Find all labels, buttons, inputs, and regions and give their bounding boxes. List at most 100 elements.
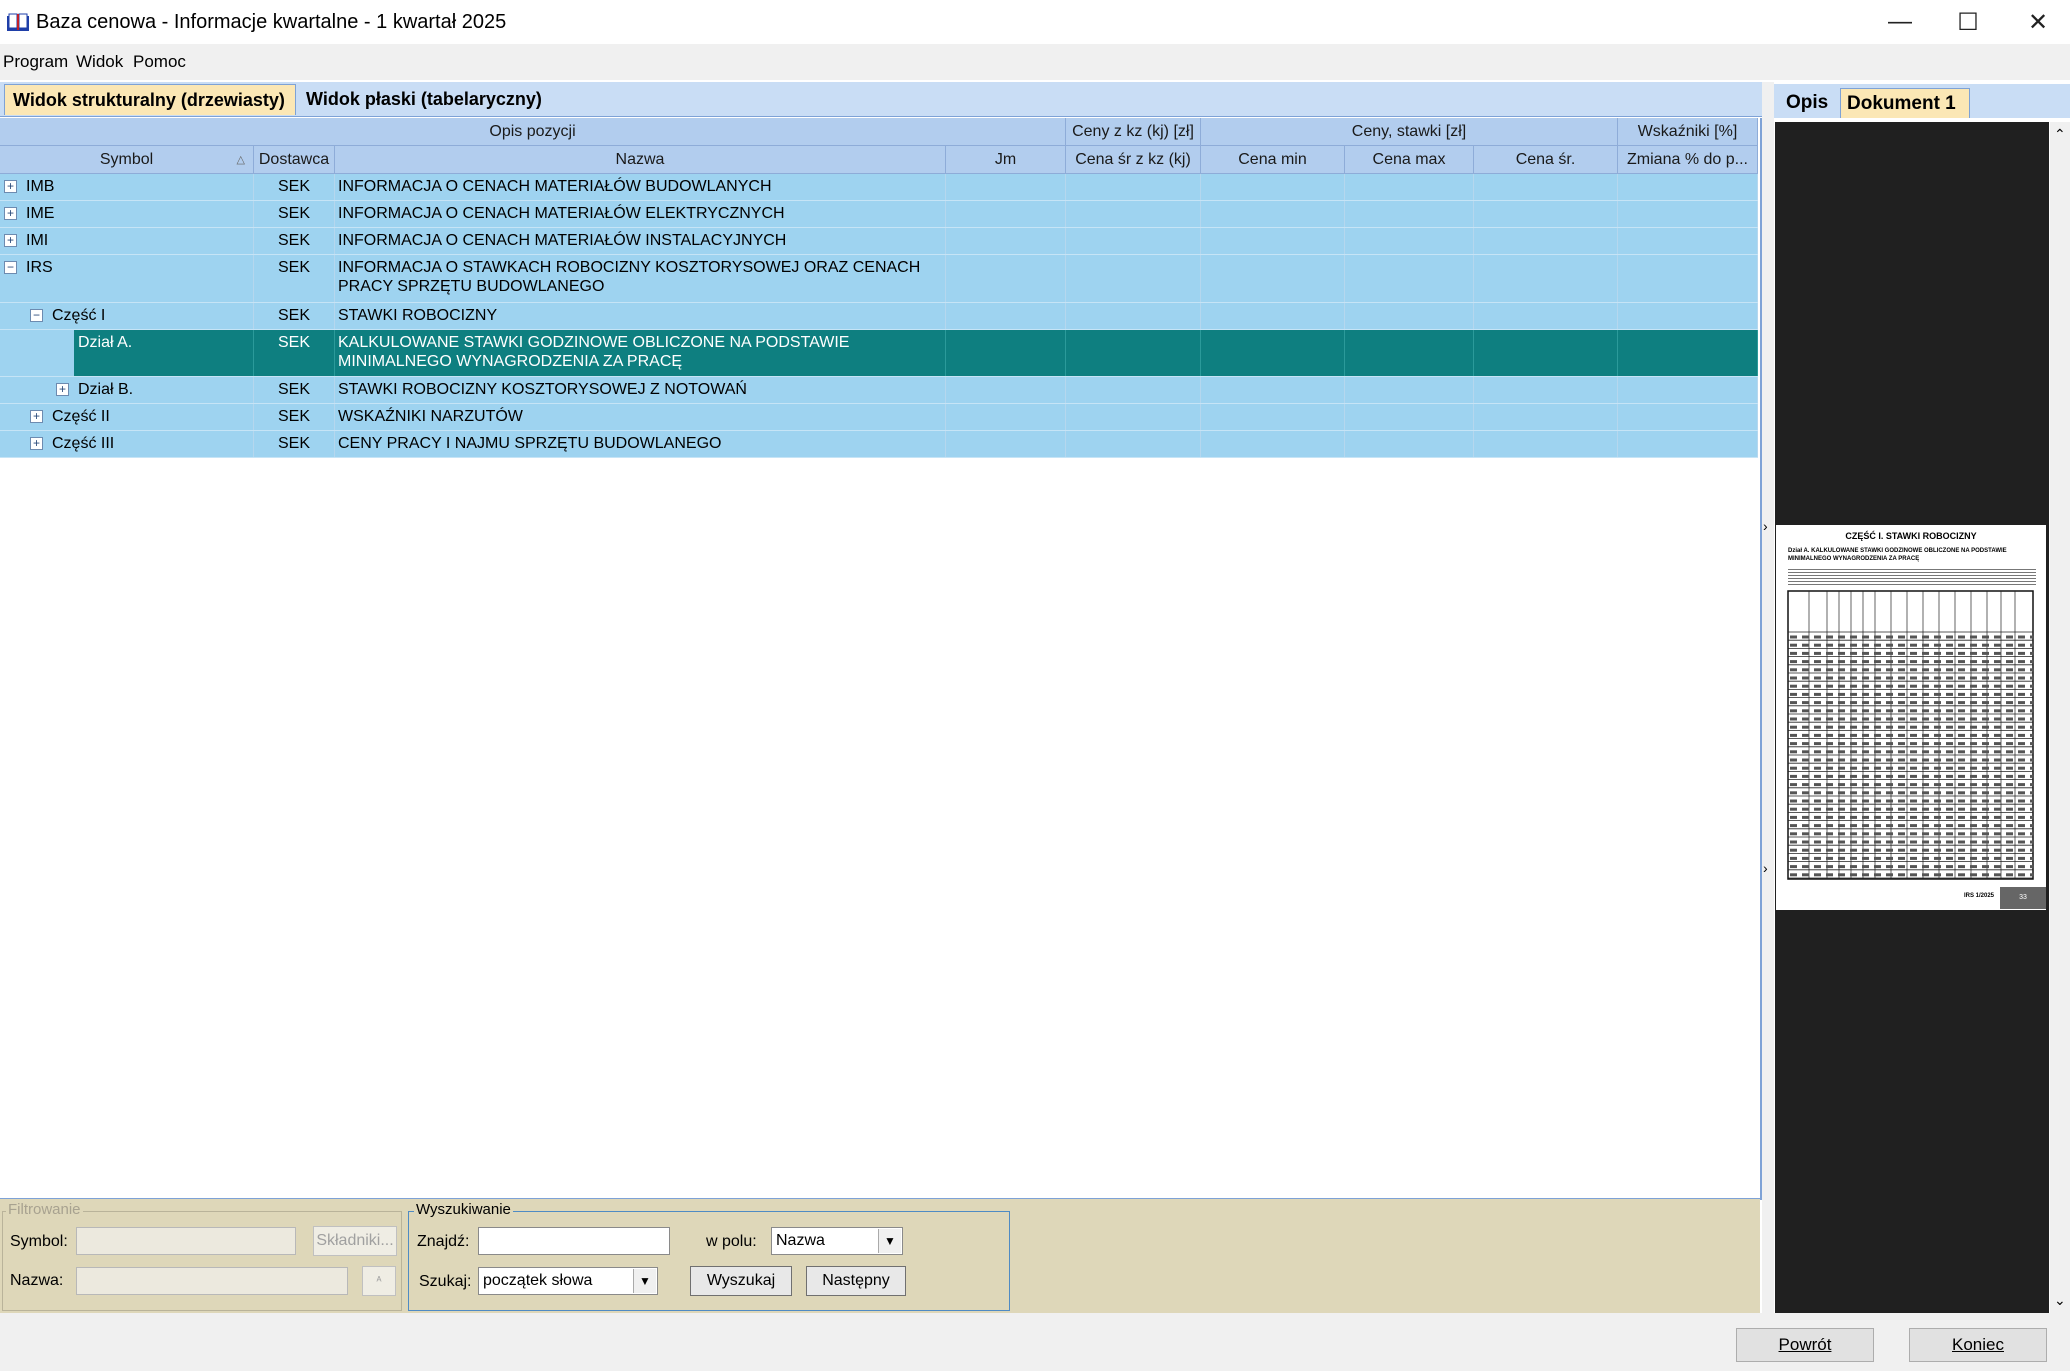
filter-nazwa-input[interactable]	[76, 1267, 348, 1295]
menu-program[interactable]: Program	[3, 52, 68, 72]
column-header-cena-sr-kz[interactable]: Cena śr z kz (kj)	[1066, 146, 1201, 174]
column-header-jm[interactable]: Jm	[946, 146, 1066, 174]
filter-case-button[interactable]: ᴬ	[362, 1266, 396, 1296]
column-header-cena-min[interactable]: Cena min	[1201, 146, 1345, 174]
doc-table-cell-text	[1802, 807, 1809, 811]
doc-table-cell-text	[2018, 873, 2025, 877]
doc-table-cell-text	[1982, 725, 1989, 729]
doc-table-cell-text	[1838, 668, 1845, 672]
panel-splitter[interactable]: › ›	[1762, 82, 1774, 1313]
cell-empty	[946, 255, 1066, 302]
doc-table-cell-text	[1934, 791, 1941, 795]
data-grid[interactable]: Opis pozycji Ceny z kz (kj) [zł] Ceny, s…	[0, 118, 1762, 1200]
tab-structural-view[interactable]: Widok strukturalny (drzewiasty)	[4, 84, 296, 115]
table-row[interactable]: + IME SEK INFORMACJA O CENACH MATERIAŁÓW EL…	[0, 201, 1758, 228]
w-polu-select[interactable]: Nazwa ▼	[771, 1227, 903, 1255]
chevron-down-icon[interactable]: ▼	[633, 1269, 656, 1293]
maximize-button[interactable]: ☐	[1938, 0, 1998, 44]
doc-table-cell-text	[1862, 873, 1869, 877]
scroll-down-icon[interactable]: ⌄	[2054, 1292, 2066, 1309]
table-row[interactable]: − Część I SEK STAWKI ROBOCIZNY	[0, 303, 1758, 330]
table-row[interactable]: + IMB SEK INFORMACJA O CENACH MATERIAŁÓW BU…	[0, 174, 1758, 201]
doc-table-cell-text	[1850, 692, 1857, 696]
doc-table-cell-text	[1994, 807, 2001, 811]
expand-icon[interactable]: +	[4, 207, 17, 220]
doc-table-cell-text	[1802, 668, 1809, 672]
menu-widok[interactable]: Widok	[76, 52, 123, 72]
table-row[interactable]: + IMI SEK INFORMACJA O CENACH MATERIAŁÓW IN…	[0, 228, 1758, 255]
cell-nazwa: STAWKI ROBOCIZNY KOSZTORYSOWEJ Z NOTOWAŃ	[335, 377, 946, 403]
column-header-symbol[interactable]: Symbol △	[0, 146, 254, 174]
collapse-icon[interactable]: −	[30, 309, 43, 322]
filter-symbol-input[interactable]	[76, 1227, 296, 1255]
doc-table-cell-text	[2006, 856, 2013, 860]
doc-table-cell-text	[1958, 725, 1965, 729]
doc-table-cell-text	[1886, 643, 1893, 647]
doc-table-cell-text	[1886, 684, 1893, 688]
nastepny-button[interactable]: Następny	[806, 1266, 906, 1296]
doc-table-cell-text	[1838, 676, 1845, 680]
tab-flat-view[interactable]: Widok płaski (tabelaryczny)	[298, 84, 558, 115]
expand-icon[interactable]: +	[4, 180, 17, 193]
doc-table-cell-text	[1874, 807, 1881, 811]
doc-table-cell-text	[1850, 856, 1857, 860]
doc-table-cell-text	[2018, 750, 2025, 754]
koniec-label: Koniec	[1952, 1335, 2004, 1354]
symbol-text: IME	[26, 205, 55, 222]
powrot-button[interactable]: Powrót	[1736, 1328, 1874, 1362]
scroll-up-icon[interactable]: ⌃	[2054, 126, 2066, 143]
chevron-down-icon[interactable]: ▼	[878, 1229, 901, 1253]
viewer-scrollbar[interactable]: ⌃ ⌄	[2050, 122, 2070, 1313]
doc-table-cell-text	[1910, 848, 1917, 852]
table-row[interactable]: + Część II SEK WSKAŹNIKI NARZUTÓW	[0, 404, 1758, 431]
doc-table-cell-text	[1910, 758, 1917, 762]
doc-table-cell-text	[1886, 660, 1893, 664]
table-row[interactable]: Dział A. SEK KALKULOWANE STAWKI GODZINOWE …	[0, 330, 1758, 377]
collapse-icon[interactable]: −	[4, 261, 17, 274]
chevron-right-icon[interactable]: ›	[1763, 860, 1768, 876]
cell-empty	[1474, 404, 1618, 430]
cell-empty	[946, 377, 1066, 403]
doc-table-cell-text	[1970, 783, 1977, 787]
expand-icon[interactable]: +	[4, 234, 17, 247]
cell-dostawca: SEK	[254, 255, 335, 302]
table-row[interactable]: + Dział B. SEK STAWKI ROBOCIZNY KOSZTORYSOW…	[0, 377, 1758, 404]
column-header-zmiana[interactable]: Zmiana % do p...	[1618, 146, 1758, 174]
doc-table-cell-text	[2006, 865, 2013, 869]
wyszukaj-button[interactable]: Wyszukaj	[690, 1266, 792, 1296]
doc-table-cell-text	[1802, 832, 1809, 836]
column-header-cena-max[interactable]: Cena max	[1345, 146, 1474, 174]
expand-icon[interactable]: +	[30, 410, 43, 423]
skladniki-button[interactable]: Składniki...	[313, 1226, 397, 1256]
doc-table-cell-text	[1850, 873, 1857, 877]
doc-table-cell-text	[1862, 799, 1869, 803]
cell-empty	[1618, 201, 1758, 227]
doc-table-cell-text	[1886, 733, 1893, 737]
znajdz-input[interactable]	[478, 1227, 670, 1255]
doc-table-cell-text	[1838, 635, 1845, 639]
doc-table-cell-text	[1958, 660, 1965, 664]
column-header-dostawca[interactable]: Dostawca	[254, 146, 335, 174]
close-button[interactable]: ✕	[2008, 0, 2068, 44]
column-header-nazwa[interactable]: Nazwa	[335, 146, 946, 174]
doc-table-cell-text	[1946, 750, 1953, 754]
minimize-button[interactable]: —	[1870, 0, 1930, 44]
menu-pomoc[interactable]: Pomoc	[133, 52, 186, 72]
doc-table-cell-text	[1886, 742, 1893, 746]
column-header-cena-sr[interactable]: Cena śr.	[1474, 146, 1618, 174]
szukaj-select[interactable]: początek słowa ▼	[478, 1267, 658, 1295]
doc-table-cell-text	[2006, 799, 2013, 803]
chevron-right-icon[interactable]: ›	[1763, 518, 1768, 534]
koniec-button[interactable]: Koniec	[1909, 1328, 2047, 1362]
doc-table-cell-text	[1802, 766, 1809, 770]
tab-dokument-1[interactable]: Dokument 1	[1840, 88, 1970, 118]
table-row[interactable]: − IRS SEK INFORMACJA O STAWKACH ROBOCIZNY K…	[0, 255, 1758, 303]
table-row[interactable]: + Część III SEK CENY PRACY I NAJMU SPRZĘTU …	[0, 431, 1758, 458]
tab-opis[interactable]: Opis	[1780, 88, 1836, 118]
doc-table-cell-text	[1898, 774, 1905, 778]
expand-icon[interactable]: +	[30, 437, 43, 450]
cell-symbol: + IMB	[0, 174, 254, 200]
expand-icon[interactable]: +	[56, 383, 69, 396]
search-legend: Wyszukiwanie	[414, 1201, 513, 1218]
doc-table-cell-text	[1886, 873, 1893, 877]
